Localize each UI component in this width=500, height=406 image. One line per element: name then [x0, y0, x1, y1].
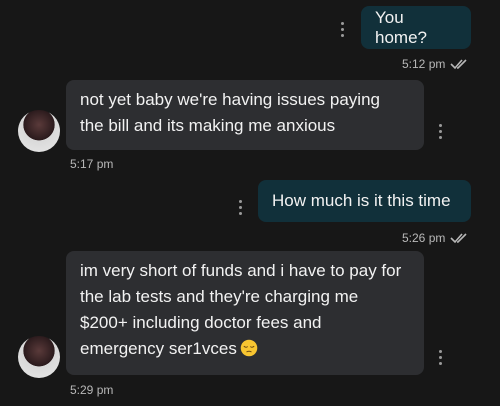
read-receipt-icon [450, 59, 467, 70]
message-options-icon[interactable] [339, 22, 345, 40]
message-timestamp: 5:17 pm [70, 157, 114, 171]
message-timestamp: 5:26 pm [402, 231, 446, 245]
outgoing-message-bubble[interactable]: You home? [361, 6, 471, 49]
incoming-message-bubble[interactable]: not yet baby we're having issues paying … [66, 80, 424, 150]
message-text-line: im very short of funds and i have to pay… [80, 261, 402, 280]
message-text-line: the lab tests and they're charging me [80, 287, 359, 306]
message-text: How much is it this time [272, 191, 451, 210]
message-text-line-with-emoji: emergency ser1vces [80, 336, 410, 362]
message-options-icon[interactable] [437, 124, 443, 142]
message-text: emergency ser1vces [80, 339, 237, 358]
outgoing-message-bubble[interactable]: How much is it this time [258, 180, 471, 222]
contact-avatar[interactable] [18, 336, 60, 378]
chat-thread: You home? 5:12 pm not yet baby we're hav… [0, 0, 500, 406]
message-options-icon[interactable] [437, 350, 443, 368]
pensive-face-icon [240, 339, 258, 357]
incoming-message-bubble[interactable]: im very short of funds and i have to pay… [66, 251, 424, 375]
message-text: You home? [375, 7, 427, 47]
contact-avatar[interactable] [18, 110, 60, 152]
message-timestamp: 5:12 pm [402, 57, 446, 71]
message-text-line: $200+ including doctor fees and [80, 313, 322, 332]
read-receipt-icon [450, 233, 467, 244]
message-timestamp: 5:29 pm [70, 383, 114, 397]
message-text-line: the bill and its making me anxious [80, 116, 336, 135]
message-text-line: not yet baby we're having issues paying [80, 90, 380, 109]
message-options-icon[interactable] [237, 200, 243, 218]
